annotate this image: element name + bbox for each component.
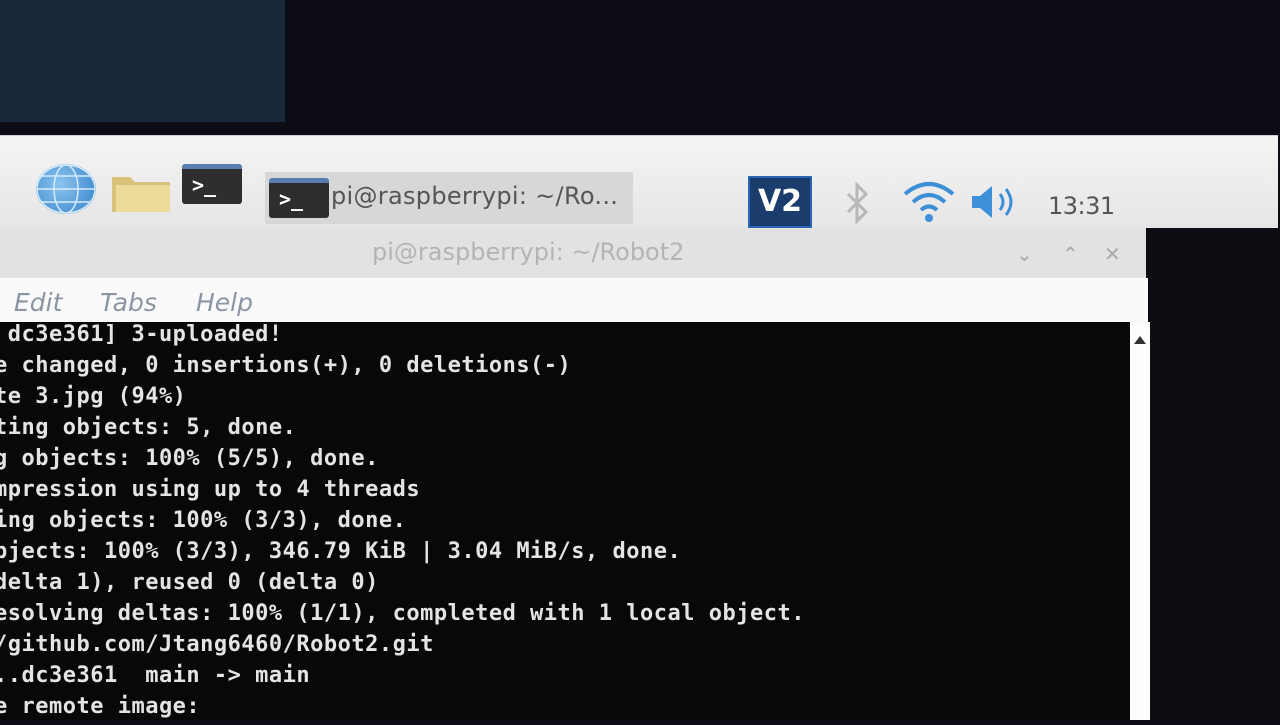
terminal-line: esolving deltas: 100% (1/1), completed w… <box>0 601 805 626</box>
volume-icon[interactable] <box>970 184 1024 220</box>
terminal-line: ing objects: 100% (3/3), done. <box>0 508 407 533</box>
window-titlebar[interactable]: pi@raspberrypi: ~/Robot2 ⌄ ⌃ ✕ <box>0 228 1146 278</box>
scroll-up-arrow-icon[interactable] <box>1134 336 1146 344</box>
file-manager-icon[interactable] <box>110 171 172 213</box>
terminal-line: e changed, 0 insertions(+), 0 deletions(… <box>0 353 572 378</box>
terminal-line: delta 1), reused 0 (delta 0) <box>0 570 379 595</box>
window-title: pi@raspberrypi: ~/Robot2 <box>372 238 685 266</box>
terminal-line: /github.com/Jtang6460/Robot2.git <box>0 632 434 657</box>
terminal-line: mpression using up to 4 threads <box>0 477 421 502</box>
terminal-icon[interactable]: >_ <box>182 164 242 204</box>
terminal-line: ..dc3e361 main -> main <box>0 663 311 688</box>
desktop-background <box>1140 180 1280 720</box>
menu-tabs[interactable]: Tabs <box>100 288 157 317</box>
terminal-line: ting objects: 5, done. <box>0 415 297 440</box>
terminal-line: bjects: 100% (3/3), 346.79 KiB | 3.04 Mi… <box>0 539 682 564</box>
task-label: pi@raspberrypi: ~/Ro... <box>331 182 619 210</box>
vnc-icon[interactable]: V2 <box>748 176 812 228</box>
close-button[interactable]: ✕ <box>1104 242 1121 266</box>
wifi-icon[interactable] <box>902 180 956 224</box>
minimize-button[interactable]: ⌄ <box>1016 242 1033 266</box>
taskbar: >_ >_ pi@raspberrypi: ~/Ro... V2 13:31 <box>0 135 1278 228</box>
menu-help[interactable]: Help <box>196 288 253 317</box>
terminal-line: dc3e361] 3-uploaded! <box>0 322 283 347</box>
terminal-line: e remote image: <box>0 694 201 719</box>
menu-bar: Edit Tabs Help <box>0 278 1148 322</box>
menu-edit[interactable]: Edit <box>14 288 62 317</box>
terminal-line: te 3.jpg (94%) <box>0 384 187 409</box>
taskbar-task-terminal[interactable]: >_ pi@raspberrypi: ~/Ro... <box>265 172 633 224</box>
bluetooth-icon[interactable] <box>842 182 872 224</box>
terminal-output[interactable]: dc3e361] 3-uploaded! e changed, 0 insert… <box>0 322 1138 720</box>
maximize-button[interactable]: ⌃ <box>1062 242 1079 266</box>
scrollbar[interactable] <box>1130 322 1150 720</box>
clock: 13:31 <box>1048 192 1115 220</box>
background-window <box>0 0 285 122</box>
terminal-lines: dc3e361] 3-uploaded! e changed, 0 insert… <box>0 322 805 725</box>
web-browser-icon[interactable] <box>36 164 96 214</box>
terminal-line: g objects: 100% (5/5), done. <box>0 446 379 471</box>
terminal-icon: >_ <box>269 178 329 218</box>
